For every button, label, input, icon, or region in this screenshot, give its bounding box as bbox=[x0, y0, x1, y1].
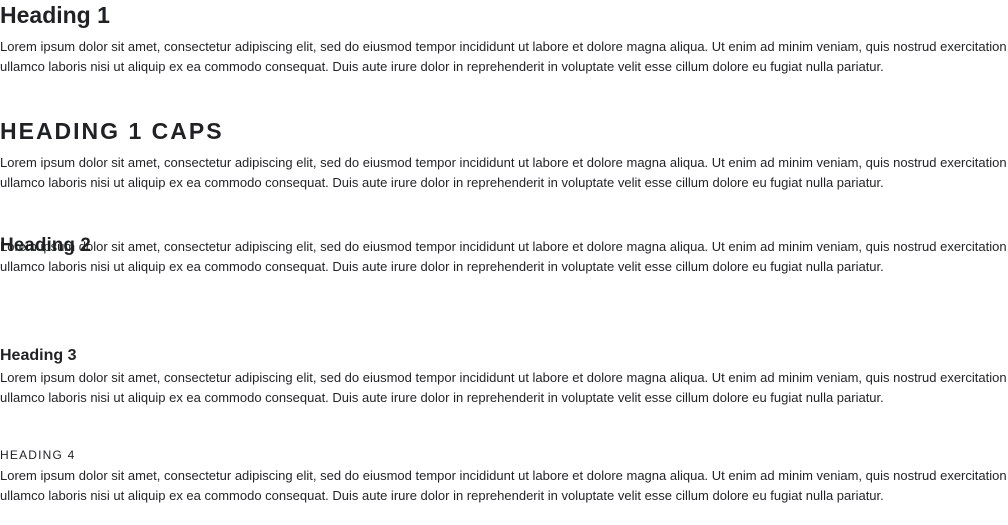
paragraph-4: Lorem ipsum dolor sit amet, consectetur … bbox=[0, 370, 1007, 405]
heading-1-caps: Heading 1 Caps bbox=[0, 118, 224, 144]
heading-4: Heading 4 bbox=[0, 448, 76, 462]
heading-3: Heading 3 bbox=[0, 347, 77, 364]
typography-sample-page: Heading 1 Lorem ipsum dolor sit amet, co… bbox=[0, 0, 1008, 525]
paragraph-2: Lorem ipsum dolor sit amet, consectetur … bbox=[0, 155, 1007, 190]
heading-1: Heading 1 bbox=[0, 2, 110, 28]
paragraph-5: Lorem ipsum dolor sit amet, consectetur … bbox=[0, 468, 1007, 503]
paragraph-3: Lorem ipsum dolor sit amet, consectetur … bbox=[0, 239, 1007, 274]
paragraph-1: Lorem ipsum dolor sit amet, consectetur … bbox=[0, 39, 1007, 74]
